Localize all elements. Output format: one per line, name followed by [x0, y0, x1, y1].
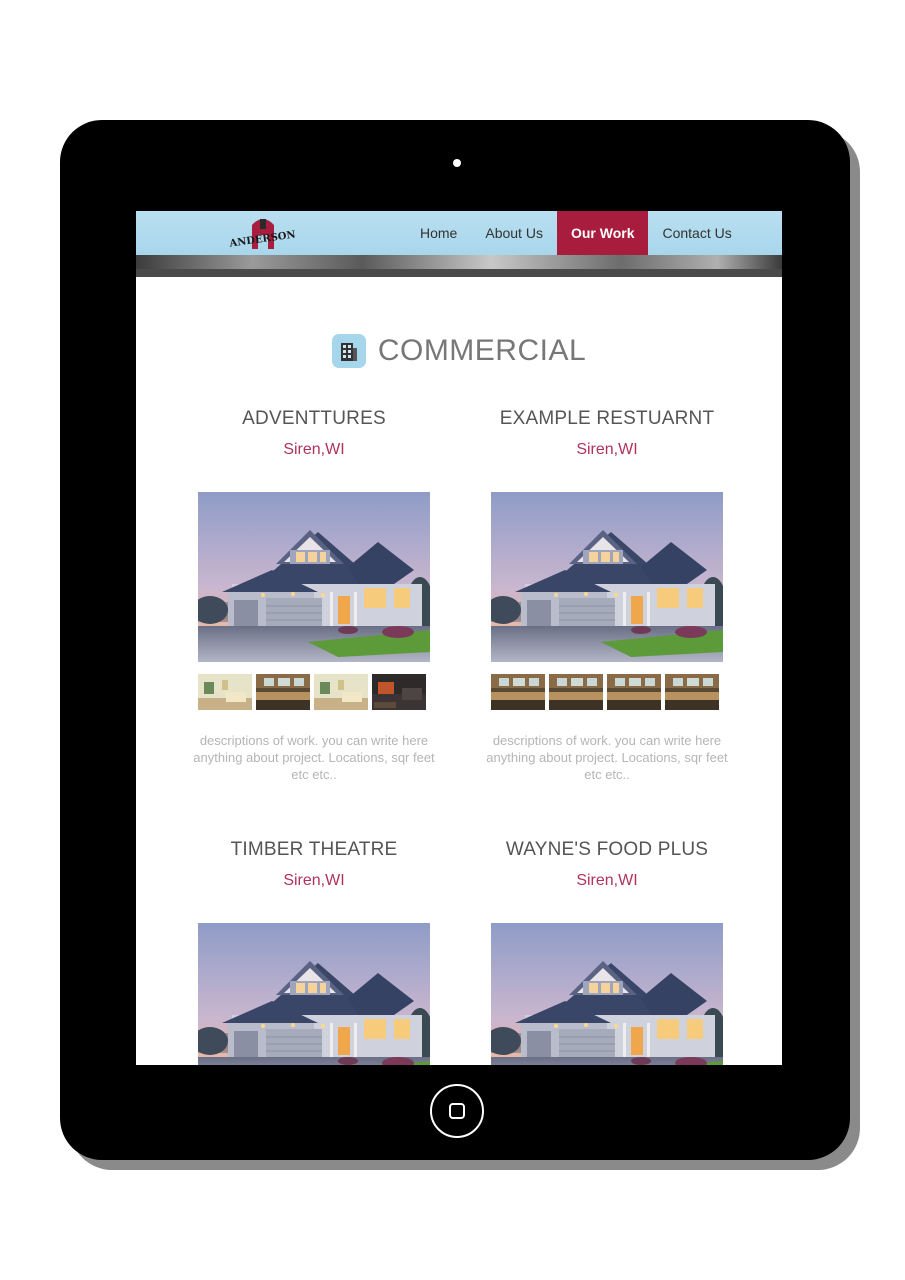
screen: ANDERSON Home About Us Our Work Contact …	[136, 211, 782, 1065]
header-banner-strip	[136, 255, 782, 277]
project-photo[interactable]	[491, 492, 723, 665]
project-photo[interactable]	[198, 492, 430, 665]
home-button[interactable]	[430, 1084, 484, 1138]
thumbnail[interactable]	[491, 674, 545, 710]
project-description: descriptions of work. you can write here…	[486, 733, 728, 782]
project-description: descriptions of work. you can write here…	[193, 733, 435, 782]
main-nav: Home About Us Our Work Contact Us	[406, 211, 746, 255]
project-card: EXAMPLE RESTUARNT Siren,WI descriptions …	[486, 406, 727, 782]
thumbnail[interactable]	[665, 674, 719, 710]
project-location: Siren,WI	[576, 441, 638, 458]
thumbnail[interactable]	[256, 674, 310, 710]
thumbnail[interactable]	[198, 674, 252, 710]
nav-contact-us[interactable]: Contact Us	[648, 211, 745, 255]
home-square-icon	[449, 1103, 465, 1119]
project-photo[interactable]	[491, 923, 723, 1065]
thumbnail[interactable]	[549, 674, 603, 710]
project-card: WAYNE'S FOOD PLUS Siren,WI	[491, 837, 723, 891]
thumbnail[interactable]	[607, 674, 661, 710]
project-location: Siren,WI	[283, 441, 345, 458]
nav-about-us[interactable]: About Us	[471, 211, 557, 255]
project-location: Siren,WI	[283, 872, 345, 889]
project-card: ADVENTTURES Siren,WI descriptions of wor…	[193, 406, 434, 782]
nav-home[interactable]: Home	[406, 211, 471, 255]
nav-our-work[interactable]: Our Work	[556, 211, 649, 255]
project-card: TIMBER THEATRE Siren,WI	[198, 837, 430, 891]
thumbnail-strip	[491, 674, 723, 710]
project-location: Siren,WI	[576, 872, 638, 889]
thumbnail-strip	[198, 674, 430, 710]
section-title: COMMERCIAL	[136, 331, 782, 371]
site-header: ANDERSON Home About Us Our Work Contact …	[136, 211, 782, 255]
building-icon	[331, 334, 366, 368]
section-heading: COMMERCIAL	[377, 334, 587, 367]
thumbnail[interactable]	[314, 674, 368, 710]
anderson-logo-icon: ANDERSON	[228, 219, 296, 250]
project-name: ADVENTTURES	[242, 408, 386, 429]
camera-dot	[453, 159, 461, 167]
project-name: EXAMPLE RESTUARNT	[499, 408, 715, 429]
project-photo[interactable]	[198, 923, 430, 1065]
project-name: TIMBER THEATRE	[230, 839, 398, 860]
project-name: WAYNE'S FOOD PLUS	[505, 839, 709, 860]
thumbnail[interactable]	[372, 674, 426, 710]
site-logo[interactable]: ANDERSON	[228, 213, 298, 253]
